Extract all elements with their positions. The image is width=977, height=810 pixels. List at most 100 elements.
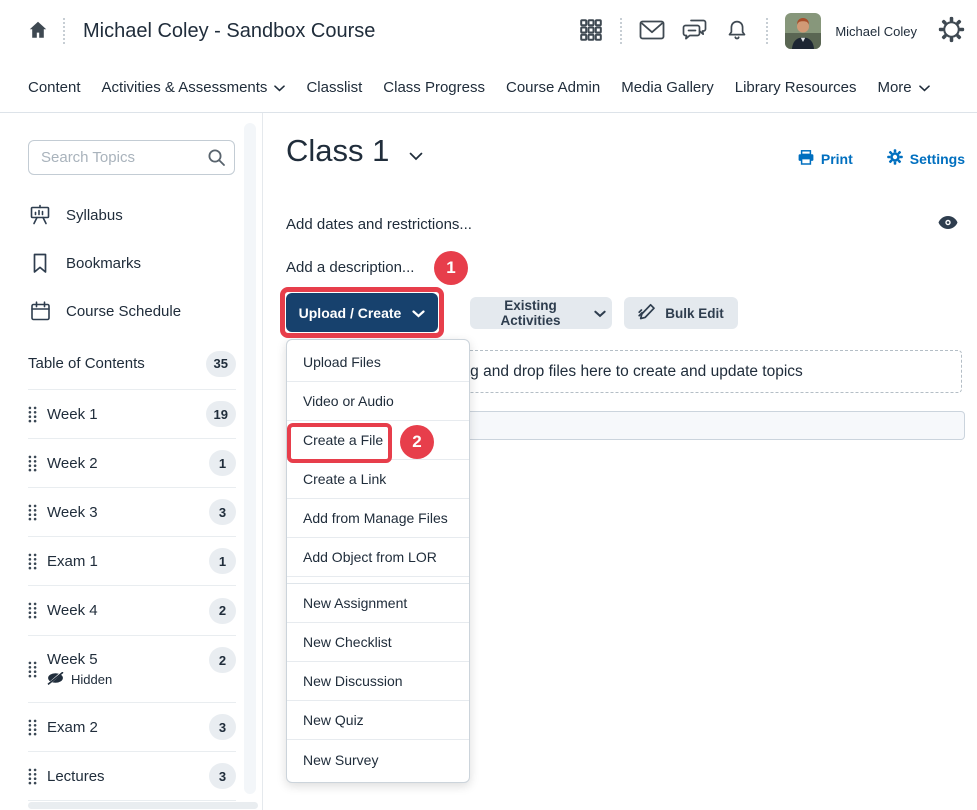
print-button[interactable]: Print (798, 149, 853, 168)
sidebar-item-table-of-contents[interactable]: Table of Contents 35 (28, 338, 236, 390)
nav-more[interactable]: More (877, 79, 929, 96)
settings-gear-icon (887, 149, 903, 168)
sidebar-module-exam-2[interactable]: Exam 2 3 (28, 703, 236, 752)
bookmark-icon (29, 253, 51, 274)
nav-activities-assessments[interactable]: Activities & Assessments (102, 79, 286, 96)
page-actions: Print (798, 149, 965, 168)
mail-icon (639, 20, 665, 43)
course-title[interactable]: Michael Coley - Sandbox Course (83, 20, 375, 43)
drag-handle-icon[interactable] (28, 719, 37, 736)
nav-media-gallery[interactable]: Media Gallery (621, 79, 714, 96)
menu-item-video-or-audio[interactable]: Video or Audio (287, 382, 469, 421)
existing-activities-label: Existing Activities (476, 298, 585, 328)
nav-class-progress[interactable]: Class Progress (383, 79, 485, 96)
menu-item-new-survey[interactable]: New Survey (287, 740, 469, 779)
app-header: Michael Coley - Sandbox Course (0, 0, 977, 62)
app-window: Michael Coley - Sandbox Course (0, 0, 977, 810)
module-actions-button[interactable] (409, 149, 423, 164)
hidden-status-label: Hidden (71, 672, 112, 687)
sidebar-vertical-scrollbar[interactable] (244, 123, 256, 794)
presentation-icon (29, 204, 51, 226)
home-button[interactable] (28, 20, 48, 43)
drag-handle-icon[interactable] (28, 661, 37, 678)
eye-icon (938, 216, 958, 232)
app-grid-icon (579, 18, 603, 45)
sidebar-item-label: Syllabus (66, 207, 123, 224)
count-badge: 19 (206, 401, 236, 427)
sidebar-module-exam-1[interactable]: Exam 1 1 (28, 537, 236, 586)
drag-handle-icon[interactable] (28, 504, 37, 521)
sidebar-module-week-3[interactable]: Week 3 3 (28, 488, 236, 537)
sidebar-item-bookmarks[interactable]: Bookmarks (0, 239, 262, 287)
menu-item-new-checklist[interactable]: New Checklist (287, 623, 469, 662)
count-badge: 2 (209, 598, 236, 624)
sidebar-module-week-4[interactable]: Week 4 2 (28, 586, 236, 636)
calendar-icon (29, 301, 51, 322)
add-dates-placeholder[interactable]: Add dates and restrictions... (286, 216, 472, 233)
nav-library-resources[interactable]: Library Resources (735, 79, 857, 96)
drag-handle-icon[interactable] (28, 553, 37, 570)
header-divider (63, 18, 65, 44)
sidebar-horizontal-scrollbar[interactable] (28, 802, 258, 809)
upload-create-menu: Upload Files Video or Audio Create a Fil… (286, 339, 470, 783)
user-name[interactable]: Michael Coley (835, 24, 917, 39)
content-sidebar: Syllabus Bookmarks Course Schedule (0, 113, 263, 810)
chevron-down-icon (274, 79, 285, 96)
menu-item-new-quiz[interactable]: New Quiz (287, 701, 469, 740)
gear-icon (938, 16, 965, 46)
toc-label: Table of Contents (28, 355, 145, 372)
module-label: Exam 2 (47, 719, 98, 736)
sidebar-item-course-schedule[interactable]: Course Schedule (0, 287, 262, 335)
sidebar-links: Syllabus Bookmarks Course Schedule (0, 191, 262, 335)
settings-button[interactable]: Settings (887, 149, 965, 168)
user-avatar[interactable] (785, 13, 821, 49)
settings-label: Settings (910, 151, 965, 167)
nav-course-admin[interactable]: Course Admin (506, 79, 600, 96)
menu-group-divider (287, 577, 469, 584)
dropzone-text: Drag and drop files here to create and u… (445, 363, 803, 381)
sidebar-module-week-1[interactable]: Week 1 19 (28, 390, 236, 439)
menu-item-add-from-manage-files[interactable]: Add from Manage Files (287, 499, 469, 538)
sidebar-item-label: Bookmarks (66, 255, 141, 272)
menu-item-add-object-from-lor[interactable]: Add Object from LOR (287, 538, 469, 577)
visibility-button[interactable] (938, 216, 958, 232)
menu-item-upload-files[interactable]: Upload Files (287, 343, 469, 382)
bulk-edit-button[interactable]: Bulk Edit (624, 297, 738, 329)
alerts-button[interactable] (725, 19, 749, 44)
drag-handle-icon[interactable] (28, 768, 37, 785)
sidebar-module-lectures[interactable]: Lectures 3 (28, 752, 236, 801)
existing-activities-button[interactable]: Existing Activities (470, 297, 612, 329)
nav-classlist[interactable]: Classlist (306, 79, 362, 96)
upload-create-button[interactable]: Upload / Create (286, 293, 438, 332)
search-topics (28, 140, 235, 175)
module-label: Week 3 (47, 504, 98, 521)
sidebar-item-syllabus[interactable]: Syllabus (0, 191, 262, 239)
menu-item-create-a-file[interactable]: Create a File (287, 421, 469, 460)
printer-icon (798, 150, 814, 168)
admin-gear-button[interactable] (938, 16, 965, 46)
module-label: Week 4 (47, 602, 98, 619)
drag-handle-icon[interactable] (28, 406, 37, 423)
nav-content[interactable]: Content (28, 79, 81, 96)
chevron-down-icon (409, 149, 423, 164)
menu-item-new-discussion[interactable]: New Discussion (287, 662, 469, 701)
menu-item-new-assignment[interactable]: New Assignment (287, 584, 469, 623)
course-navbar: Content Activities & Assessments Classli… (0, 62, 977, 113)
count-badge: 3 (209, 499, 236, 525)
drag-handle-icon[interactable] (28, 602, 37, 619)
messages-button[interactable] (639, 20, 665, 43)
page-title-row: Class 1 (286, 133, 423, 169)
sidebar-module-week-2[interactable]: Week 2 1 (28, 439, 236, 488)
app-grid-button[interactable] (579, 18, 603, 45)
menu-item-create-a-link[interactable]: Create a Link (287, 460, 469, 499)
count-badge: 3 (209, 763, 236, 789)
add-description-placeholder[interactable]: Add a description... (286, 259, 414, 276)
upload-create-label: Upload / Create (299, 305, 402, 321)
header-divider (766, 18, 768, 44)
bulk-edit-label: Bulk Edit (665, 306, 724, 321)
drag-handle-icon[interactable] (28, 455, 37, 472)
chat-button[interactable] (682, 19, 708, 44)
search-input[interactable] (28, 140, 235, 175)
sidebar-module-week-5[interactable]: Week 5 Hidden 2 (28, 636, 236, 703)
count-badge: 2 (209, 647, 236, 673)
